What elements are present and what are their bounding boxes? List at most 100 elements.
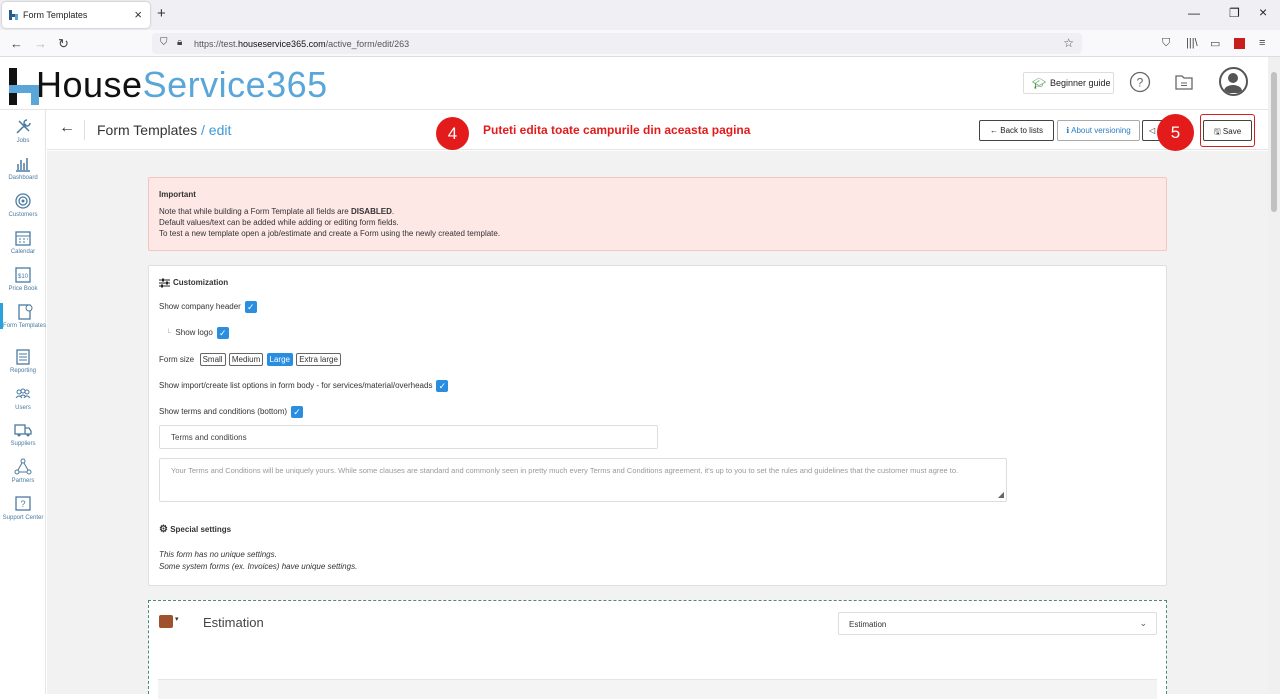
about-versioning-button[interactable]: ℹ About versioning [1057, 120, 1140, 141]
section-color-swatch[interactable] [159, 615, 173, 628]
library-icon[interactable]: |||\ [1186, 37, 1198, 49]
help-icon[interactable]: ? [1129, 71, 1151, 93]
browser-tab-bar: Form Templates × + — ❐ × [0, 0, 1280, 30]
sidebar-item-form-templates[interactable]: Form Templates [0, 303, 46, 329]
pocket-icon[interactable]: ⛉ [1162, 37, 1170, 50]
users-icon [15, 388, 31, 399]
section-body [158, 679, 1157, 699]
show-logo-checkbox[interactable]: ✓ [216, 327, 229, 339]
chevron-down-icon[interactable]: ▾ [175, 615, 179, 623]
save-button[interactable]: 🖫︎ Save [1203, 120, 1252, 141]
menu-icon[interactable]: ≡ [1259, 37, 1265, 49]
shield-icon[interactable]: ⛉ [160, 37, 168, 48]
network-icon [14, 458, 32, 475]
svg-text:?: ? [20, 499, 25, 509]
extension-icon[interactable] [1234, 38, 1245, 49]
minimize-icon[interactable]: — [1188, 6, 1200, 20]
size-medium-button[interactable]: Medium [228, 353, 264, 366]
annotation-text: Puteti edita toate campurile din aceasta… [483, 123, 751, 137]
back-to-lists-button[interactable]: ← Back to lists [979, 120, 1054, 141]
browser-tab[interactable]: Form Templates × [2, 2, 150, 28]
customization-heading: Customization [159, 278, 228, 288]
alert-line-1: Note that while building a Form Template… [159, 207, 395, 216]
show-terms-checkbox[interactable]: ✓ [291, 406, 304, 418]
sidebar-item-calendar[interactable]: Calendar [0, 229, 46, 255]
url-field[interactable]: ⛉ 🔒︎ https://test.houseservice365.com/ac… [152, 33, 1082, 54]
close-tab-icon[interactable]: × [134, 7, 142, 22]
page-title-bar: ← Form Templates / edit 4 Puteti edita t… [47, 110, 1268, 151]
form-size-row: Form size Small Medium Large Extra large [159, 353, 341, 366]
select-chevron-icon: ⌄ [1139, 618, 1147, 628]
graduation-cap-icon: 🎓︎ [1032, 78, 1046, 90]
bookmark-star-icon[interactable]: ☆ [1063, 36, 1074, 50]
sidebar-item-support-center[interactable]: ? Support Center [0, 495, 46, 521]
logo-h-mark-icon [9, 68, 39, 105]
sidebar-label: Reporting [9, 368, 36, 374]
scrollbar-thumb[interactable] [1271, 72, 1277, 212]
forward-icon[interactable]: → [34, 36, 47, 51]
sidebar-label: Partners [11, 478, 35, 484]
sidebar-item-reporting[interactable]: Reporting [0, 348, 46, 374]
sidebar-label: Users [15, 405, 31, 411]
customization-card: Customization Show company header ✓ └ Sho… [148, 265, 1167, 586]
section-type-select[interactable]: Estimation ⌄ [838, 612, 1157, 635]
sidebar-label: Jobs [16, 138, 30, 144]
reload-icon[interactable]: ↻ [58, 36, 69, 52]
sidebar-item-suppliers[interactable]: Suppliers [0, 421, 46, 447]
step-4-callout: 4 [436, 117, 469, 150]
alert-line-3: To test a new template open a job/estima… [159, 229, 501, 238]
beginner-guide-button[interactable]: 🎓︎ Beginner guide [1023, 72, 1114, 94]
back-icon[interactable]: ← [10, 36, 23, 51]
report-icon [16, 349, 30, 365]
sidebar-item-dashboard[interactable]: Dashboard [0, 155, 46, 181]
step-5-callout: 5 [1157, 114, 1194, 151]
show-import-row: Show import/create list options in form … [159, 380, 449, 392]
back-arrow-icon[interactable]: ← [59, 119, 75, 137]
user-avatar[interactable] [1219, 67, 1248, 96]
page-title: Form Templates / edit [97, 122, 232, 138]
terms-title-input[interactable]: Terms and conditions [159, 425, 658, 449]
beginner-guide-label: Beginner guide [1050, 78, 1111, 88]
show-import-label: Show import/create list options in form … [159, 381, 433, 391]
terms-textarea[interactable]: Your Terms and Conditions will be unique… [159, 458, 1007, 502]
new-tab-icon[interactable]: + [157, 5, 166, 22]
tree-branch-icon: └ [166, 330, 171, 338]
lock-icon[interactable]: 🔒︎ [177, 37, 182, 48]
show-logo-label: Show logo [175, 328, 213, 338]
help-box-icon: ? [15, 496, 31, 511]
sidebar-label: Suppliers [10, 441, 36, 447]
show-terms-row: Show terms and conditions (bottom) ✓ [159, 406, 304, 418]
show-company-header-label: Show company header [159, 302, 241, 312]
size-extra-large-button[interactable]: Extra large [296, 353, 341, 366]
folder-icon[interactable] [1173, 71, 1195, 93]
special-settings-heading: ⚙︎ Special settings [159, 524, 232, 535]
sidebar-label: Form Templates [3, 323, 46, 329]
sidebar-toggle-icon[interactable]: ▭ [1210, 37, 1220, 50]
alert-heading: Important [159, 190, 196, 199]
sidebar-label: Customers [8, 212, 38, 218]
sidebar-item-price-book[interactable]: $10 Price Book [0, 266, 46, 292]
show-import-checkbox[interactable]: ✓ [436, 380, 449, 392]
alert-line-2: Default values/text can be added while a… [159, 218, 399, 227]
close-window-icon[interactable]: × [1259, 4, 1267, 20]
sidebar-item-customers[interactable]: Customers [0, 192, 46, 218]
truck-icon [14, 424, 32, 437]
size-small-button[interactable]: Small [199, 353, 226, 366]
tab-title: Form Templates [23, 10, 88, 20]
sidebar-item-jobs[interactable]: Jobs [0, 118, 46, 144]
estimation-section: ▾ Estimation Estimation ⌄ [148, 600, 1167, 699]
show-company-header-row: Show company header ✓ [159, 301, 257, 313]
resize-grip-icon[interactable]: ◢ [998, 489, 1004, 500]
restore-icon[interactable]: ❐ [1229, 6, 1240, 20]
section-title[interactable]: Estimation [203, 615, 264, 630]
important-alert: Important Note that while building a For… [148, 177, 1167, 251]
house-favicon-icon [9, 10, 18, 20]
form-size-label: Form size [159, 355, 195, 364]
size-large-button[interactable]: Large [266, 353, 293, 366]
page-scrollbar[interactable] [1268, 57, 1280, 694]
show-company-header-checkbox[interactable]: ✓ [244, 301, 257, 313]
tools-icon [16, 119, 31, 134]
sidebar-item-partners[interactable]: Partners [0, 458, 46, 484]
houseservice365-logo[interactable]: HouseService365 [8, 64, 328, 106]
sidebar-item-users[interactable]: Users [0, 385, 46, 411]
